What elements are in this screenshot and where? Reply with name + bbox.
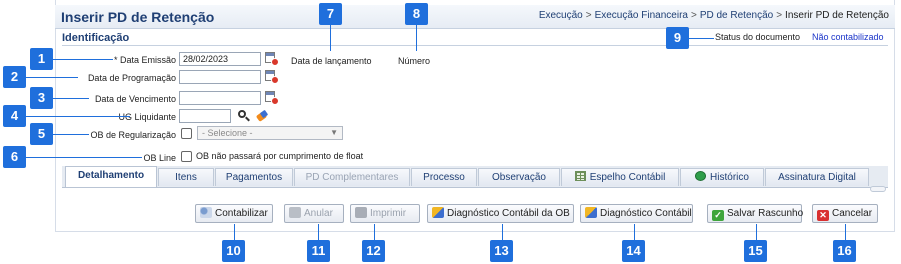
anular-button[interactable]: Anular (284, 204, 344, 223)
ug-liquidante-label: UG Liquidante (118, 112, 176, 122)
calendar-icon[interactable] (265, 70, 279, 84)
callout-badge-8: 8 (405, 3, 428, 25)
tab-observacao[interactable]: Observação (478, 168, 560, 186)
tab-pagamentos[interactable]: Pagamentos (215, 168, 293, 186)
check-icon (712, 210, 724, 221)
tab-espelho-contabil[interactable]: Espelho Contábil (561, 168, 679, 186)
calendar-icon[interactable] (265, 52, 279, 66)
callout-badge-10: 10 (222, 240, 245, 262)
callout-connector (26, 157, 142, 158)
data-programacao-label: Data de Programação (87, 73, 176, 83)
tab-assinatura-digital[interactable]: Assinatura Digital (765, 168, 869, 186)
callout-connector (416, 25, 417, 51)
diagnostico-contabil-ob-button[interactable]: Diagnóstico Contábil da OB (427, 204, 574, 223)
page-title: Inserir PD de Retenção (61, 9, 215, 25)
history-icon (695, 171, 707, 181)
imprimir-button[interactable]: Imprimir (350, 204, 420, 223)
callout-connector (53, 134, 89, 135)
callout-badge-6: 6 (3, 146, 26, 168)
breadcrumb-item[interactable]: Execução Financeira (595, 10, 688, 21)
callout-connector (688, 38, 714, 39)
title-bar: Inserir PD de Retenção Execução > Execução… (55, 5, 895, 29)
ob-regularizacao-select[interactable]: - Selecione - ▼ (197, 126, 343, 140)
callout-connector (53, 98, 89, 99)
calendar-icon[interactable] (265, 91, 279, 105)
data-emissao-label: * Data Emissão (113, 55, 176, 65)
breadcrumb-item[interactable]: PD de Retenção (700, 10, 773, 21)
data-emissao-field[interactable] (179, 52, 261, 66)
gear-icon (200, 207, 212, 218)
ob-line-checkbox[interactable] (181, 151, 192, 162)
status-value: Não contabilizado (812, 32, 884, 42)
close-icon (817, 210, 829, 221)
data-vencimento-field[interactable] (179, 91, 261, 105)
data-vencimento-label: Data de Vencimento (94, 94, 176, 104)
tab-pd-complementares[interactable]: PD Complementares (294, 168, 410, 186)
cancelar-button[interactable]: Cancelar (812, 204, 878, 223)
contabilizar-button[interactable]: Contabilizar (195, 204, 273, 223)
callout-badge-5: 5 (30, 123, 53, 145)
callout-badge-16: 16 (833, 240, 856, 262)
breadcrumb-item[interactable]: Execução (539, 10, 583, 21)
data-programacao-field[interactable] (179, 70, 261, 84)
ob-regularizacao-label: OB de Regularização (90, 130, 176, 140)
status-label: Status do documento (715, 32, 801, 42)
chevron-down-icon: ▼ (330, 128, 338, 137)
diagnostic-icon (585, 207, 597, 218)
callout-badge-1: 1 (30, 48, 53, 70)
undo-icon (289, 207, 301, 218)
diagnostic-icon (432, 207, 444, 218)
breadcrumb-current: Inserir PD de Retenção (785, 10, 889, 21)
callout-badge-7: 7 (319, 3, 342, 25)
eraser-icon[interactable] (255, 109, 269, 123)
ob-line-label: OB Line (143, 153, 176, 163)
callout-badge-9: 9 (666, 27, 689, 49)
callout-badge-14: 14 (622, 240, 645, 262)
data-lancamento-label: Data de lançamento (291, 56, 372, 66)
callout-connector (26, 116, 130, 117)
callout-badge-3: 3 (30, 87, 53, 109)
ob-line-checkbox-text: OB não passará por cumprimento de float (196, 151, 364, 161)
callout-badge-12: 12 (362, 240, 385, 262)
tab-detalhamento[interactable]: Detalhamento (65, 166, 157, 187)
callout-connector (53, 59, 113, 60)
spreadsheet-icon (574, 171, 586, 181)
callout-connector (26, 77, 78, 78)
callout-badge-11: 11 (307, 240, 330, 262)
tab-historico[interactable]: Histórico (680, 168, 764, 186)
section-title: Identificação (62, 32, 130, 44)
callout-connector (330, 25, 331, 51)
tab-scroll-indicator[interactable] (870, 186, 886, 192)
callout-badge-4: 4 (3, 105, 26, 127)
search-icon[interactable] (237, 109, 251, 123)
ob-regularizacao-checkbox[interactable] (181, 128, 192, 139)
salvar-rascunho-button[interactable]: Salvar Rascunho (707, 204, 803, 223)
diagnostico-contabil-button[interactable]: Diagnóstico Contábil (580, 204, 693, 223)
section-divider (62, 45, 888, 46)
breadcrumb: Execução > Execução Financeira > PD de Reten… (538, 10, 889, 21)
ug-liquidante-field[interactable] (179, 109, 231, 123)
callout-badge-15: 15 (744, 240, 767, 262)
tab-processo[interactable]: Processo (411, 168, 477, 186)
callout-badge-2: 2 (3, 66, 26, 88)
tab-itens[interactable]: Itens (158, 168, 214, 186)
printer-icon (355, 207, 367, 218)
numero-label: Número (398, 56, 431, 66)
callout-badge-13: 13 (490, 240, 513, 262)
